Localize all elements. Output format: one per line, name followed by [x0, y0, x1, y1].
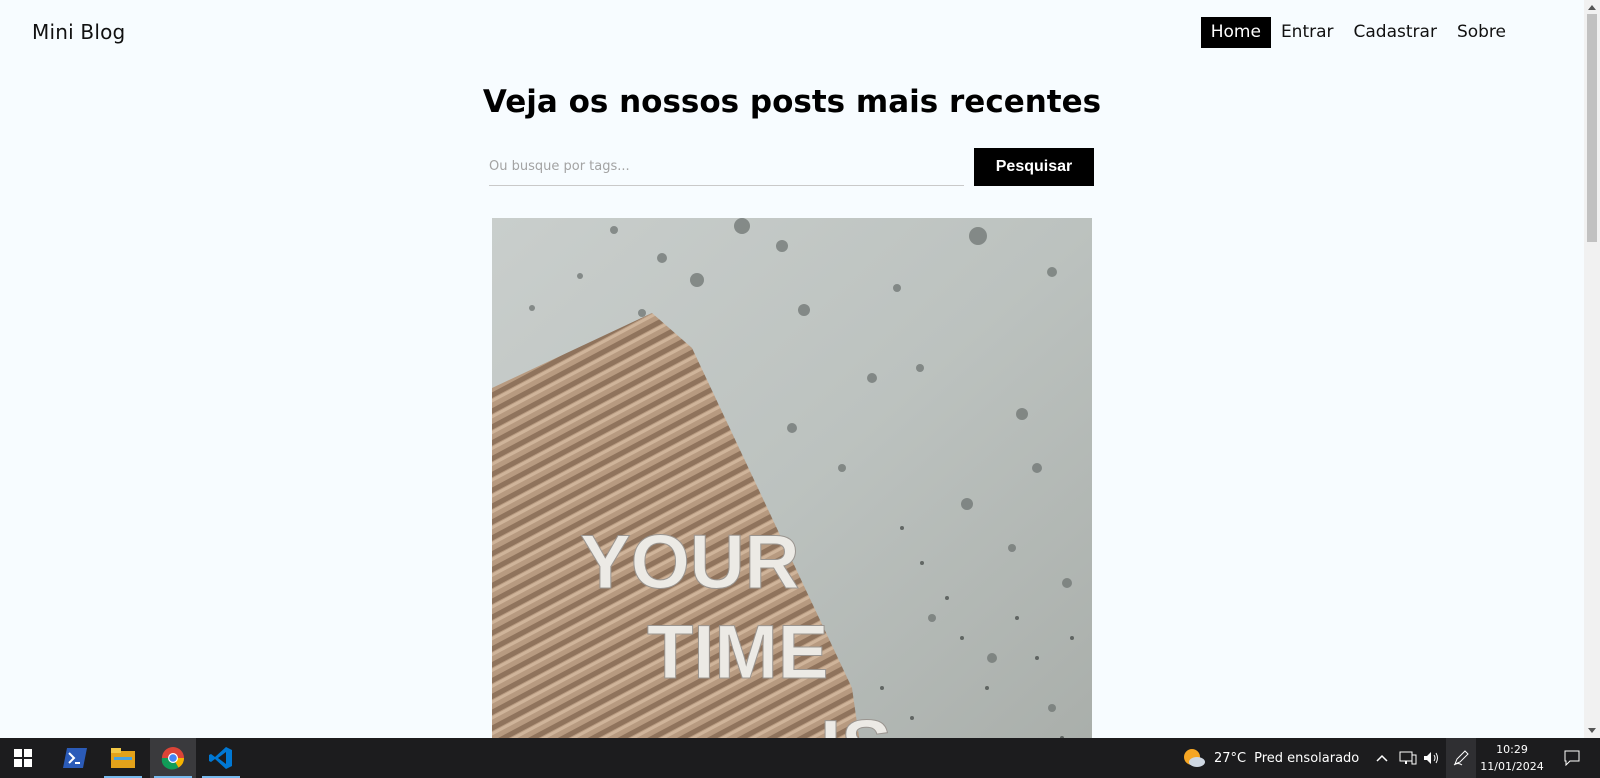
post-image-text-time: TIME [647, 610, 829, 695]
weather-description: Pred ensolarado [1254, 750, 1360, 766]
clock-time: 10:29 [1496, 743, 1528, 756]
notifications-icon[interactable] [1555, 738, 1589, 778]
post-image-text-is: IS [820, 705, 892, 738]
volume-icon[interactable] [1420, 738, 1444, 778]
weather-temperature: 27°C [1214, 750, 1247, 766]
nav-home[interactable]: Home [1200, 17, 1271, 48]
scroll-down-arrow-icon[interactable] [1588, 728, 1596, 733]
brand-logo[interactable]: Mini Blog [32, 20, 125, 44]
nav-sobre[interactable]: Sobre [1447, 17, 1516, 48]
post-image[interactable]: YOUR TIME IS [492, 218, 1092, 738]
windows-taskbar: 27°C Pred ensolarado 10:29 11/01/2024 [0, 738, 1600, 778]
powershell-icon[interactable] [52, 738, 98, 778]
page-title: Veja os nossos posts mais recentes [482, 84, 1102, 120]
post-image-graphic: YOUR TIME IS [492, 218, 1092, 738]
taskbar-clock[interactable]: 10:29 11/01/2024 [1470, 741, 1554, 775]
search-button[interactable]: Pesquisar [974, 148, 1094, 186]
file-explorer-icon[interactable] [100, 738, 146, 778]
network-icon[interactable] [1396, 738, 1420, 778]
page-scrollbar[interactable] [1584, 0, 1600, 738]
weather-widget[interactable]: 27°C Pred ensolarado [1182, 738, 1359, 778]
chrome-icon[interactable] [150, 738, 196, 778]
nav-entrar[interactable]: Entrar [1271, 17, 1344, 48]
post-image-text-your: YOUR [580, 520, 800, 605]
vscode-icon[interactable] [198, 738, 244, 778]
partly-sunny-icon [1184, 749, 1205, 767]
scroll-up-arrow-icon[interactable] [1588, 5, 1596, 10]
main-nav: Home Entrar Cadastrar Sobre [1200, 17, 1516, 48]
scrollbar-thumb[interactable] [1587, 14, 1597, 242]
browser-viewport: Mini Blog Home Entrar Cadastrar Sobre Ve… [0, 0, 1584, 738]
search-input[interactable] [489, 148, 964, 186]
windows-start-icon[interactable] [0, 738, 46, 778]
clock-date: 11/01/2024 [1480, 760, 1544, 773]
nav-cadastrar[interactable]: Cadastrar [1344, 17, 1447, 48]
search-form: Pesquisar [489, 148, 1095, 186]
chevron-up-icon[interactable] [1370, 738, 1394, 778]
